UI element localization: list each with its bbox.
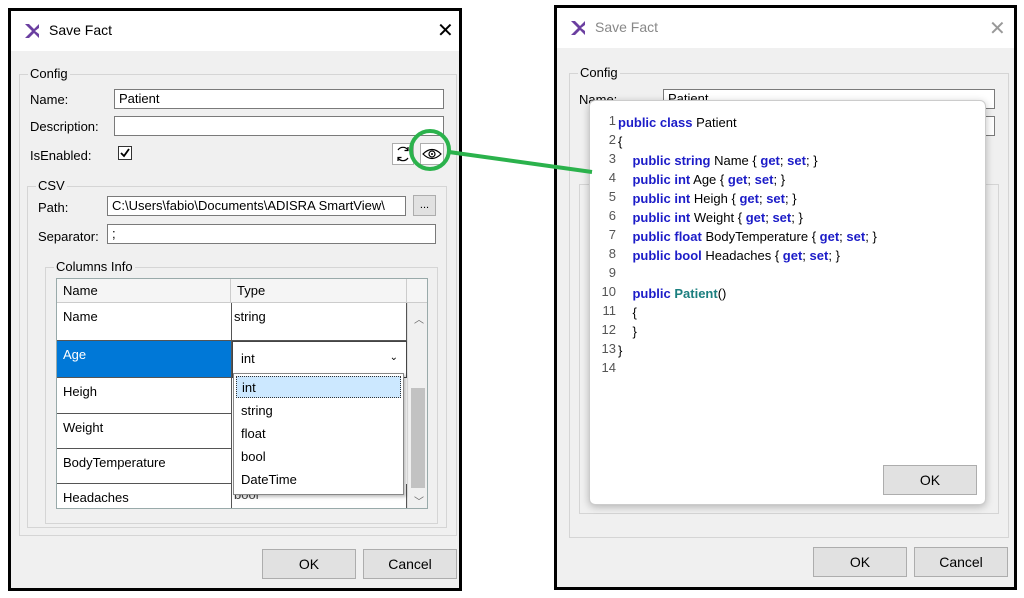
line-number: 5 [608, 189, 616, 204]
dropdown-option[interactable]: DateTime [236, 469, 401, 491]
columns-info-label: Columns Info [54, 259, 135, 274]
scrollbar-thumb[interactable] [411, 388, 425, 488]
csv-group-label: CSV [36, 178, 67, 193]
line-number: 4 [608, 170, 616, 185]
name-input[interactable]: Patient [114, 89, 444, 109]
header-corner [407, 279, 427, 303]
code-editor: 1 public class Patient 2{3 public string N… [594, 113, 974, 388]
close-icon[interactable]: ✕ [437, 21, 454, 41]
dialog-title: Save Fact [595, 19, 659, 35]
code-line: public bool Headaches { get; set; } [632, 248, 840, 263]
line-number: 1 [608, 113, 616, 128]
config-group-label: Config [578, 65, 620, 80]
code-line: { [618, 134, 623, 149]
close-icon[interactable]: ✕ [989, 19, 1006, 39]
table-row-name-cell[interactable]: BodyTemperature [57, 449, 232, 484]
column-header-type[interactable]: Type [231, 279, 407, 303]
scroll-down-icon[interactable]: ﹀ [414, 493, 424, 508]
table-row-name-cell[interactable]: Weight [57, 414, 232, 449]
refresh-icon [397, 146, 409, 162]
line-number: 10 [601, 284, 616, 299]
browse-button[interactable]: ... [413, 195, 436, 216]
table-row-name-cell[interactable]: Heigh [57, 378, 232, 414]
code-line: public class Patient [618, 115, 737, 130]
app-logo-icon [571, 21, 585, 35]
description-input[interactable] [114, 116, 444, 136]
refresh-button[interactable] [392, 143, 414, 165]
code-preview-popup: 1 public class Patient 2{3 public string N… [589, 100, 986, 505]
right-title-bar: Save Fact ✕ [557, 8, 1014, 48]
line-number: 14 [601, 360, 616, 375]
cancel-button[interactable]: Cancel [363, 549, 457, 579]
chevron-down-icon: ⌄ [389, 352, 398, 363]
code-line: { [632, 305, 637, 320]
name-label: Name: [30, 92, 69, 107]
dropdown-option[interactable]: int [236, 376, 401, 398]
dropdown-option[interactable]: float [236, 423, 401, 445]
dropdown-option[interactable]: bool [236, 446, 401, 468]
code-line: public int Age { get; set; } [632, 172, 786, 187]
grid-scrollbar[interactable]: ︿ ﹀ [407, 303, 427, 508]
eye-icon [422, 148, 442, 160]
table-row-name-cell-selected[interactable]: Age [57, 341, 232, 378]
code-line: } [618, 343, 623, 358]
line-number: 13 [601, 341, 616, 356]
separator-input[interactable]: ; [107, 224, 436, 244]
left-title-bar: Save Fact ✕ [11, 11, 459, 51]
line-number: 8 [608, 246, 616, 261]
code-line: public int Heigh { get; set; } [632, 191, 797, 206]
column-header-name[interactable]: Name [57, 279, 231, 303]
line-number: 2 [608, 132, 616, 147]
ok-button[interactable]: OK [262, 549, 356, 579]
line-number: 7 [608, 227, 616, 242]
isenabled-checkbox[interactable] [118, 146, 132, 160]
table-row-name-cell[interactable]: Name [57, 303, 232, 341]
type-dropdown-list: int string float bool DateTime [233, 373, 404, 495]
table-row-type-cell[interactable]: string [232, 303, 407, 341]
isenabled-label: IsEnabled: [30, 148, 92, 163]
line-number: 6 [608, 208, 616, 223]
line-number: 3 [608, 151, 616, 166]
app-logo-icon [25, 24, 39, 38]
dropdown-option[interactable]: string [236, 400, 401, 422]
left-save-fact-dialog: Save Fact ✕ Config Name: Patient Descrip… [8, 8, 462, 591]
scroll-up-icon[interactable]: ︿ [414, 311, 424, 326]
separator-label: Separator: [38, 229, 99, 244]
code-line: public Patient() [632, 286, 727, 301]
config-group-label: Config [28, 66, 70, 81]
code-line: public string Name { get; set; } [632, 153, 818, 168]
preview-button[interactable] [420, 143, 444, 165]
code-line: public float BodyTemperature { get; set;… [632, 229, 877, 244]
table-row-name-cell[interactable]: Headaches [57, 484, 232, 508]
code-line: } [632, 324, 637, 339]
dialog-title: Save Fact [49, 22, 113, 38]
description-label: Description: [30, 119, 99, 134]
path-input[interactable]: C:\Users\fabio\Documents\ADISRA SmartVie… [107, 196, 406, 216]
line-number: 11 [602, 303, 617, 318]
type-combobox-value: int [241, 351, 255, 366]
line-number: 12 [601, 322, 616, 337]
cancel-button[interactable]: Cancel [914, 547, 1008, 577]
popup-ok-button[interactable]: OK [883, 465, 977, 495]
line-number: 9 [608, 265, 616, 280]
code-line: public int Weight { get; set; } [632, 210, 803, 225]
path-label: Path: [38, 200, 69, 215]
ok-button[interactable]: OK [813, 547, 907, 577]
